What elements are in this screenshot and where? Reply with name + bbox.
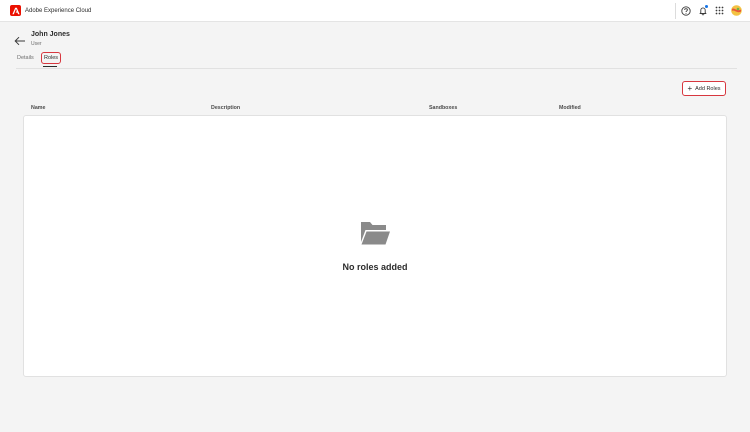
header-divider bbox=[16, 68, 737, 69]
column-header-description[interactable]: Description bbox=[211, 105, 240, 111]
tab-details[interactable]: Details bbox=[17, 55, 34, 61]
notification-badge bbox=[704, 4, 709, 9]
add-roles-button[interactable]: + Add Roles bbox=[682, 81, 726, 96]
back-arrow-icon[interactable] bbox=[14, 33, 26, 46]
column-header-modified[interactable]: Modified bbox=[559, 105, 581, 111]
help-icon[interactable] bbox=[680, 5, 691, 16]
folder-open-icon bbox=[360, 220, 391, 246]
active-tab-indicator bbox=[43, 66, 57, 68]
avatar[interactable] bbox=[731, 5, 742, 16]
column-header-sandboxes[interactable]: Sandboxes bbox=[429, 105, 457, 111]
apps-grid-icon[interactable] bbox=[714, 5, 725, 16]
tab-roles[interactable]: Roles bbox=[41, 52, 61, 64]
plus-icon: + bbox=[687, 83, 693, 93]
brand[interactable]: Adobe Experience Cloud bbox=[10, 5, 91, 16]
bell-icon[interactable] bbox=[697, 4, 709, 16]
adobe-logo-icon bbox=[10, 5, 21, 16]
topbar-divider bbox=[675, 3, 676, 19]
top-navigation-bar: Adobe Experience Cloud bbox=[0, 0, 750, 22]
empty-state-message: No roles added bbox=[342, 262, 408, 272]
user-type: User bbox=[31, 41, 42, 47]
app-title: Adobe Experience Cloud bbox=[25, 7, 92, 14]
user-name: John Jones bbox=[31, 31, 70, 38]
column-header-name[interactable]: Name bbox=[31, 105, 45, 111]
add-roles-label: Add Roles bbox=[695, 85, 721, 92]
